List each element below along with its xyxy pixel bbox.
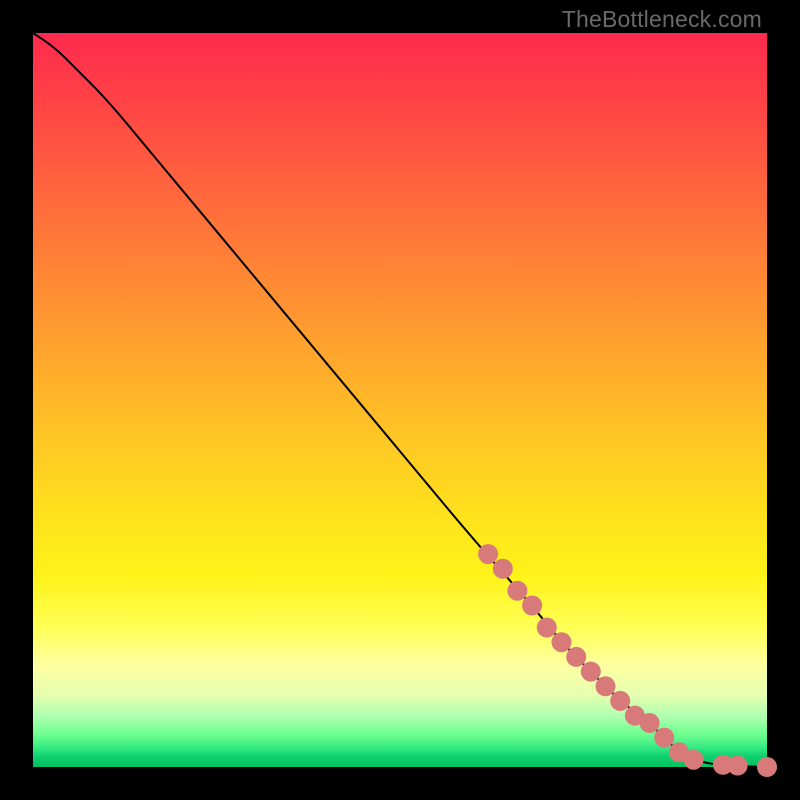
- highlight-dot: [493, 559, 513, 579]
- highlight-dot: [478, 544, 498, 564]
- highlight-dot: [640, 713, 660, 733]
- highlight-dot: [757, 757, 777, 777]
- chart-frame: TheBottleneck.com: [0, 0, 800, 800]
- curve-line: [33, 33, 767, 767]
- highlight-dot: [522, 596, 542, 616]
- highlight-dot: [654, 728, 674, 748]
- highlight-dots: [478, 544, 777, 777]
- chart-svg: [33, 33, 767, 767]
- plot-area: [33, 33, 767, 767]
- highlight-dot: [566, 647, 586, 667]
- highlight-dot: [684, 750, 704, 770]
- highlight-dot: [552, 632, 572, 652]
- highlight-dot: [728, 756, 748, 776]
- highlight-dot: [610, 691, 630, 711]
- attribution-label: TheBottleneck.com: [562, 6, 762, 33]
- highlight-dot: [537, 618, 557, 638]
- highlight-dot: [507, 581, 527, 601]
- highlight-dot: [581, 662, 601, 682]
- highlight-dot: [596, 676, 616, 696]
